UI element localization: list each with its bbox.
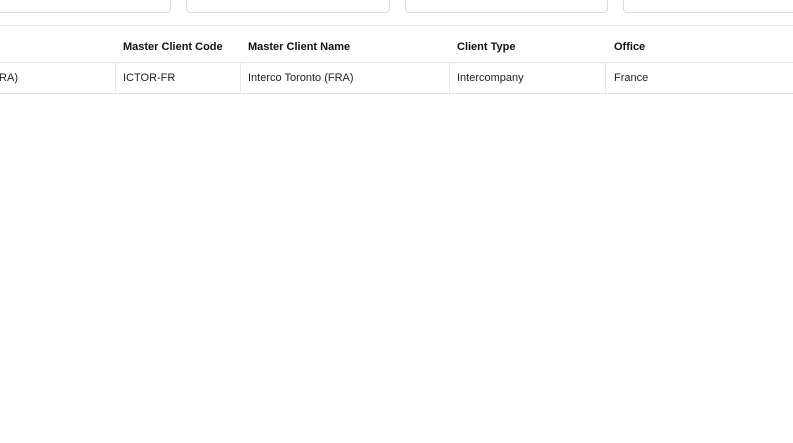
filter-input-4[interactable] [623,0,793,13]
table-row[interactable]: Interco Toronto (FRA) ICTOR-FR Interco T… [0,63,793,94]
cell-name: Interco Toronto (FRA) [0,63,116,93]
cell-master-client-name: Interco Toronto (FRA) [240,63,450,93]
filter-input-3[interactable] [405,0,608,13]
clients-table: Master Client Code Master Client Name Cl… [0,32,793,94]
column-header-master-client-name[interactable]: Master Client Name [240,32,450,62]
filter-bar [0,0,793,26]
cell-office: France [614,72,649,84]
filter-input-1[interactable] [0,0,171,13]
column-header-office[interactable]: Office [606,32,793,62]
cell-master-client-code: ICTOR-FR [115,63,241,93]
column-header-client-type[interactable]: Client Type [449,32,606,62]
cell-client-type: Intercompany [449,63,606,93]
column-header-name[interactable] [0,32,116,62]
table-header-row: Master Client Code Master Client Name Cl… [0,32,793,63]
column-header-master-client-code[interactable]: Master Client Code [115,32,241,62]
client-grid-page: Master Client Code Master Client Name Cl… [0,0,793,443]
filter-input-2[interactable] [186,0,390,13]
